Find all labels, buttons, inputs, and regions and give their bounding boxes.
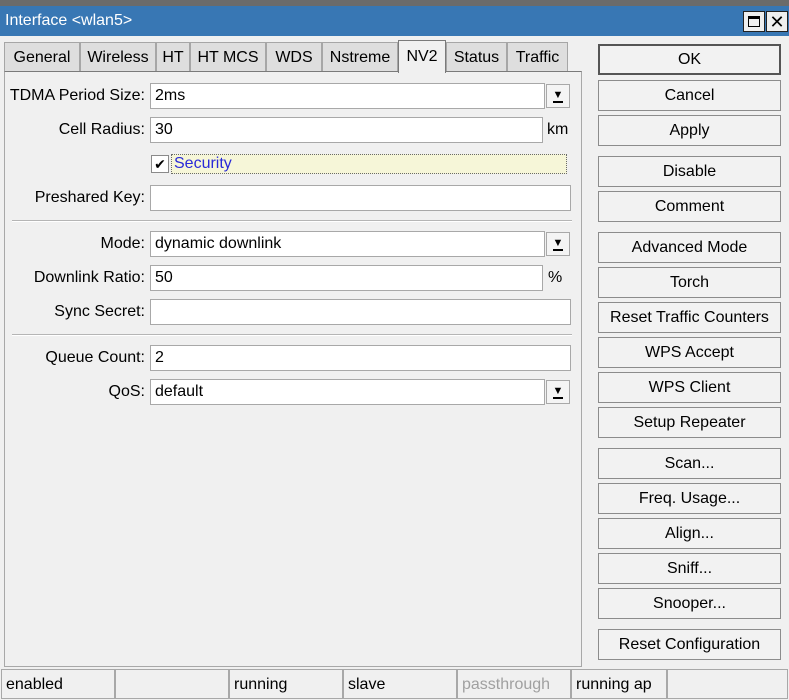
preshared-key-field[interactable]	[150, 185, 571, 211]
status-passthrough: passthrough	[457, 669, 571, 699]
mode-label: Mode:	[100, 235, 145, 252]
dropdown-arrow-icon: ▼	[552, 236, 564, 251]
tab-ht-mcs[interactable]: HT MCS	[190, 42, 266, 72]
scan-button[interactable]: Scan...	[598, 448, 781, 479]
preshared-key-label: Preshared Key:	[34, 189, 145, 206]
reset-traffic-counters-button[interactable]: Reset Traffic Counters	[598, 302, 781, 333]
security-label[interactable]: Security	[171, 154, 567, 174]
queue-count-field[interactable]: 2	[150, 345, 571, 371]
sniff-button[interactable]: Sniff...	[598, 553, 781, 584]
mode-dropdown[interactable]: ▼	[546, 232, 570, 256]
mode-field[interactable]: dynamic downlink	[150, 231, 545, 257]
qos-dropdown[interactable]: ▼	[546, 380, 570, 404]
dropdown-arrow-icon: ▼	[552, 384, 564, 399]
window-title: Interface <wlan5>	[5, 12, 133, 29]
downlink-ratio-field[interactable]: 50	[150, 265, 543, 291]
tdma-period-size-label: TDMA Period Size:	[9, 87, 145, 104]
queue-count-label: Queue Count:	[45, 349, 145, 366]
status-slave: slave	[343, 669, 457, 699]
disable-button[interactable]: Disable	[598, 156, 781, 187]
align-button[interactable]: Align...	[598, 518, 781, 549]
torch-button[interactable]: Torch	[598, 267, 781, 298]
close-icon: ✕	[769, 11, 785, 32]
tab-wireless[interactable]: Wireless	[80, 42, 156, 72]
section-divider	[12, 334, 572, 336]
checkmark-icon: ✔	[154, 156, 166, 172]
tab-ht[interactable]: HT	[156, 42, 190, 72]
tab-nstreme[interactable]: Nstreme	[322, 42, 398, 72]
tab-status[interactable]: Status	[446, 42, 507, 72]
cell-radius-unit: km	[547, 121, 569, 138]
downlink-ratio-label: Downlink Ratio:	[33, 269, 145, 286]
snooper-button[interactable]: Snooper...	[598, 588, 781, 619]
tab-general[interactable]: General	[4, 42, 80, 72]
status-running-ap: running ap	[571, 669, 667, 699]
section-divider	[12, 220, 572, 222]
dropdown-arrow-icon: ▼	[552, 88, 564, 103]
qos-field[interactable]: default	[150, 379, 545, 405]
wps-accept-button[interactable]: WPS Accept	[598, 337, 781, 368]
maximize-icon	[748, 16, 760, 27]
tab-wds[interactable]: WDS	[266, 42, 322, 72]
cancel-button[interactable]: Cancel	[598, 80, 781, 111]
tab-nv2[interactable]: NV2	[398, 40, 446, 73]
qos-label: QoS:	[108, 383, 145, 400]
status-running: running	[229, 669, 343, 699]
tab-traffic[interactable]: Traffic	[507, 42, 568, 72]
tdma-period-size-dropdown[interactable]: ▼	[546, 84, 570, 108]
setup-repeater-button[interactable]: Setup Repeater	[598, 407, 781, 438]
advanced-mode-button[interactable]: Advanced Mode	[598, 232, 781, 263]
status-cell-empty	[115, 669, 229, 699]
apply-button[interactable]: Apply	[598, 115, 781, 146]
cell-radius-label: Cell Radius:	[58, 121, 145, 138]
freq-usage-button[interactable]: Freq. Usage...	[598, 483, 781, 514]
tdma-period-size-field[interactable]: 2ms	[150, 83, 545, 109]
sync-secret-label: Sync Secret:	[54, 303, 145, 320]
status-cell-empty	[667, 669, 788, 699]
status-enabled: enabled	[1, 669, 115, 699]
security-checkbox[interactable]: ✔	[151, 155, 169, 173]
ok-button[interactable]: OK	[598, 44, 781, 75]
comment-button[interactable]: Comment	[598, 191, 781, 222]
maximize-button[interactable]	[743, 11, 765, 32]
close-button[interactable]: ✕	[766, 11, 788, 32]
window-titlebar[interactable]: Interface <wlan5> ✕	[0, 6, 789, 36]
sync-secret-field[interactable]	[150, 299, 571, 325]
wps-client-button[interactable]: WPS Client	[598, 372, 781, 403]
status-bar: enabled running slave passthrough runnin…	[0, 669, 789, 699]
cell-radius-field[interactable]: 30	[150, 117, 543, 143]
reset-configuration-button[interactable]: Reset Configuration	[598, 629, 781, 660]
downlink-ratio-unit: %	[548, 269, 563, 286]
